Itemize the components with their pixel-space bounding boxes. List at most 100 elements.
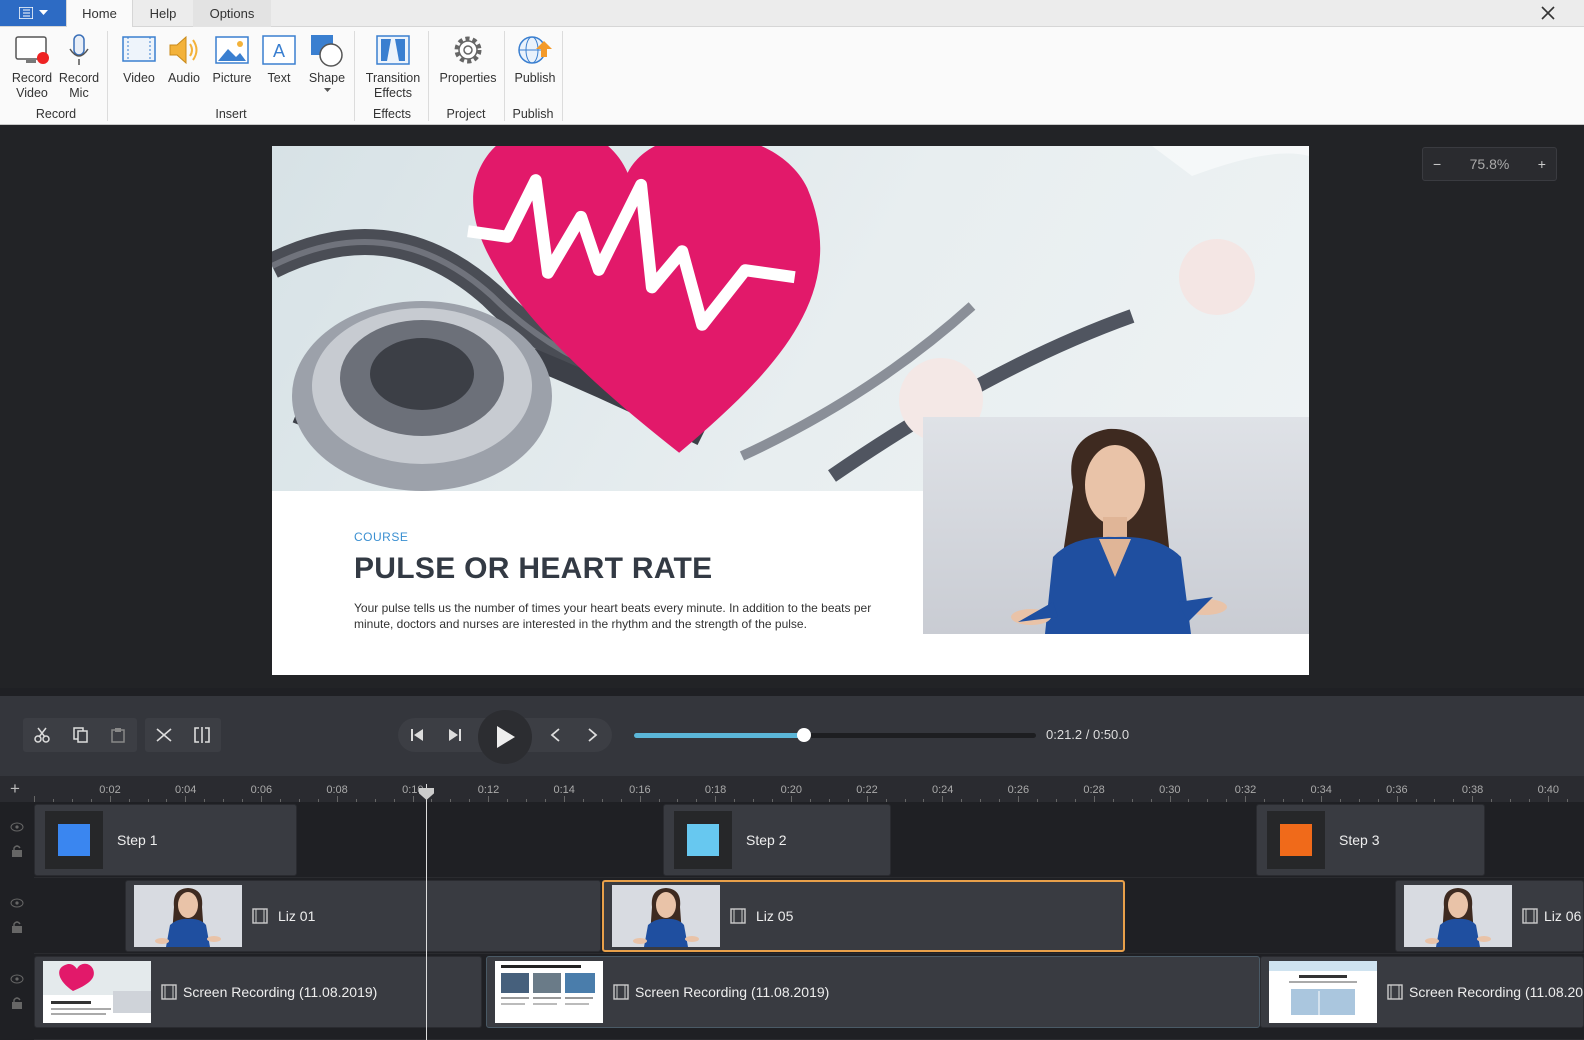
cut-button[interactable] (23, 718, 61, 752)
group-label-publish: Publish (512, 107, 554, 121)
step-clip-label: Step 3 (1339, 832, 1380, 848)
lock-icon[interactable] (10, 996, 24, 1010)
play-icon (497, 726, 515, 748)
copy-button[interactable] (61, 718, 99, 752)
film-icon (613, 984, 629, 1000)
presenter-thumbnail-image (1404, 885, 1512, 947)
time-display: 0:21.2 / 0:50.0 (1046, 727, 1130, 742)
shape-icon (311, 35, 343, 67)
video-clip-label: Liz 05 (756, 908, 794, 924)
tab-home[interactable]: Home (66, 0, 133, 27)
close-icon[interactable] (1538, 3, 1558, 23)
video-clip[interactable]: Liz 06 (1395, 880, 1584, 952)
skip-end-button[interactable] (436, 718, 474, 752)
chevron-down-icon (323, 88, 331, 92)
slide-kicker: COURSE (354, 530, 409, 544)
recording-clip[interactable]: Screen Recording (11.08.2019) (486, 956, 1260, 1028)
ribbon-tab-bar: Home Help Options (0, 0, 1584, 27)
play-button[interactable] (478, 710, 532, 764)
visibility-icon[interactable] (10, 822, 24, 832)
video-icon (122, 36, 156, 62)
chevron-right-icon (588, 728, 598, 742)
add-track-button[interactable]: + (10, 779, 20, 799)
next-button[interactable] (574, 718, 612, 752)
slide-canvas[interactable]: COURSE PULSE OR HEART RATE Your pulse te… (272, 146, 1309, 675)
recording-clip-label: Screen Recording (11.08.20 (1409, 984, 1584, 1000)
recording-thumbnail (495, 961, 603, 1023)
scissors-icon (34, 727, 50, 743)
ruler-tick-label: 0:38 (1461, 784, 1484, 796)
webpage-thumbnail-image (1269, 961, 1377, 1015)
playback-slider[interactable] (634, 728, 1036, 742)
zoom-out-button[interactable]: − (1433, 156, 1441, 172)
recording-clip[interactable]: Screen Recording (11.08.20 (1260, 956, 1584, 1028)
insert-video-button[interactable]: Video (118, 33, 160, 86)
zoom-value: 75.8% (1469, 156, 1510, 172)
presenter-video[interactable] (923, 417, 1309, 634)
paste-button[interactable] (99, 718, 137, 752)
ruler-tick-label: 0:14 (553, 784, 575, 796)
record-mic-button[interactable]: Record Mic (56, 33, 102, 101)
webpage-thumbnail-image (501, 965, 595, 1005)
record-video-label: Record Video (11, 71, 53, 100)
recording-thumbnail (1269, 961, 1377, 1023)
step-swatch-frame (1267, 811, 1325, 869)
picture-icon (215, 36, 249, 64)
film-icon (1387, 984, 1403, 1000)
delete-button[interactable] (145, 718, 183, 752)
properties-label: Properties (439, 71, 497, 85)
visibility-icon[interactable] (10, 898, 24, 908)
publish-button[interactable]: Publish (510, 33, 560, 86)
lock-icon[interactable] (10, 844, 24, 858)
recording-clip-label: Screen Recording (11.08.2019) (183, 984, 378, 1000)
skip-start-button[interactable] (398, 718, 436, 752)
track-gutter (0, 802, 34, 1040)
slide-body-text: Your pulse tells us the number of times … (354, 601, 872, 631)
step-swatch-frame (45, 811, 103, 869)
ruler-tick-label: 0:30 (1159, 784, 1181, 796)
ruler-tick-label: 0:28 (1083, 784, 1105, 796)
insert-picture-button[interactable]: Picture (208, 33, 256, 86)
lock-icon[interactable] (10, 920, 24, 934)
ribbon: Record Video Record Mic Video Audio Pict… (0, 27, 1584, 125)
insert-text-button[interactable]: A Text (260, 33, 298, 86)
film-icon (252, 908, 268, 924)
svg-text:A: A (273, 41, 285, 61)
visibility-icon[interactable] (10, 974, 24, 984)
presenter-thumbnail-image (612, 885, 720, 947)
record-video-button[interactable]: Record Video (10, 33, 54, 101)
previous-button[interactable] (536, 718, 574, 752)
step-clip-label: Step 2 (746, 832, 787, 848)
track-recordings: Screen Recording (11.08.2019) Screen Rec… (34, 954, 1584, 1040)
insert-audio-button[interactable]: Audio (164, 33, 204, 86)
video-clip[interactable]: Liz 01 (125, 880, 601, 952)
step-clip[interactable]: Step 3 (1256, 804, 1485, 876)
playhead-line (426, 784, 427, 1040)
timeline-ruler[interactable]: + 0:02 0:04 0:06 0:08 0:10 0:12 0:14 0:16 0:18 0:… (0, 776, 1584, 802)
step-color-swatch (1280, 824, 1312, 856)
insert-shape-button[interactable]: Shape (304, 33, 350, 97)
video-thumbnail (612, 885, 720, 947)
recording-clip[interactable]: Screen Recording (11.08.2019) (34, 956, 482, 1028)
skip-forward-icon (449, 729, 461, 741)
group-separator (562, 31, 563, 121)
ruler-tick-label: 0:04 (174, 784, 197, 796)
tab-options[interactable]: Options (193, 0, 271, 27)
gear-icon (454, 36, 482, 64)
picture-label: Picture (212, 71, 252, 85)
transition-effects-button[interactable]: Transition Effects (362, 33, 424, 101)
app-menu-button[interactable] (0, 0, 66, 26)
properties-button[interactable]: Properties (436, 33, 500, 86)
text-icon: A (262, 35, 296, 65)
tab-help[interactable]: Help (133, 0, 193, 27)
video-clip-selected[interactable]: Liz 05 (602, 880, 1125, 952)
step-clip[interactable]: Step 1 (34, 804, 297, 876)
chevron-down-icon (38, 10, 48, 15)
copy-icon (73, 727, 88, 743)
zoom-in-button[interactable]: + (1538, 156, 1546, 172)
step-color-swatch (58, 824, 90, 856)
ruler-tick-label: 0:16 (629, 784, 651, 796)
split-button[interactable] (183, 718, 221, 752)
ruler-tick-label: 0:34 (1310, 784, 1332, 796)
step-clip[interactable]: Step 2 (663, 804, 891, 876)
